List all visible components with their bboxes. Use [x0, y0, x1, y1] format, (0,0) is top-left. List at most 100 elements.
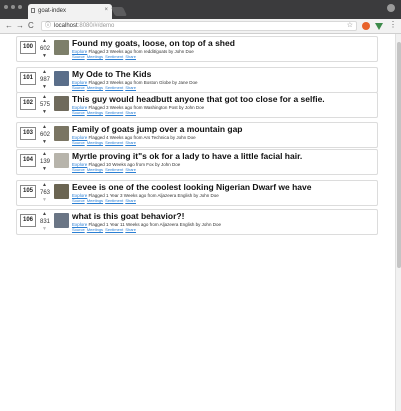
downvote-icon[interactable]: ▼ — [42, 85, 47, 90]
action-sentiment-link[interactable]: Sentiment — [105, 140, 123, 145]
tab-close-icon[interactable]: × — [104, 7, 108, 13]
post-title[interactable]: Found my goats, loose, on top of a shed — [72, 38, 235, 49]
vote-control: ▲ 139 ▼ — [39, 150, 51, 174]
downvote-icon[interactable]: ▼ — [42, 54, 47, 59]
downvote-icon[interactable]: ▼ — [42, 167, 47, 172]
vote-control: ▲ 763 ▼ — [39, 181, 51, 205]
action-share-link[interactable]: Share — [125, 85, 136, 90]
thumbnail-image[interactable] — [54, 184, 69, 199]
window-minimize-button[interactable] — [11, 5, 15, 9]
browser-menu-icon[interactable]: ⋮ — [389, 20, 397, 29]
extension-triangle-icon[interactable] — [375, 23, 383, 30]
action-share-link[interactable]: Share — [125, 227, 136, 232]
thumbnail-image[interactable] — [54, 96, 69, 111]
info-icon[interactable]: ⓘ — [45, 22, 51, 31]
action-meetings-link[interactable]: Meetings — [87, 227, 103, 232]
downvote-icon[interactable]: ▼ — [42, 227, 47, 232]
action-sentiment-link[interactable]: Sentiment — [105, 167, 123, 172]
action-sentiment-link[interactable]: Sentiment — [105, 227, 123, 232]
upvote-icon[interactable]: ▲ — [42, 70, 47, 75]
browser-title-bar: goat-index × — [0, 0, 401, 19]
window-maximize-button[interactable] — [18, 5, 22, 9]
post-title[interactable]: Family of goats jump over a mountain gap — [72, 124, 243, 135]
action-share-link[interactable]: Share — [125, 140, 136, 145]
thumbnail-image[interactable] — [54, 71, 69, 86]
window-controls — [4, 5, 22, 9]
vote-count: 575 — [39, 102, 50, 108]
extension-icon[interactable] — [362, 22, 370, 30]
action-meetings-link[interactable]: Meetings — [87, 198, 103, 203]
post-actions: Source Meetings Sentiment Share — [72, 141, 137, 145]
downvote-icon[interactable]: ▼ — [42, 140, 47, 145]
post-title[interactable]: Eevee is one of the coolest looking Nige… — [72, 182, 311, 193]
scrollbar-thumb[interactable] — [397, 42, 401, 268]
list-item[interactable]: 101 ▲ 987 ▼ My Ode to The Kids Explore F… — [16, 67, 378, 93]
post-title[interactable]: My Ode to The Kids — [72, 69, 151, 80]
back-icon[interactable]: ← — [5, 20, 13, 32]
post-actions: Source Meetings Sentiment Share — [72, 111, 137, 115]
upvote-icon[interactable]: ▲ — [42, 39, 47, 44]
vote-control: ▲ 831 ▼ — [39, 210, 51, 234]
vertical-scrollbar[interactable] — [395, 34, 401, 411]
list-item[interactable]: 102 ▲ 575 ▼ This guy would headbutt anyo… — [16, 92, 378, 118]
action-share-link[interactable]: Share — [125, 198, 136, 203]
action-meetings-link[interactable]: Meetings — [87, 54, 103, 59]
action-source-link[interactable]: Source — [72, 167, 85, 172]
list-item[interactable]: 105 ▲ 763 ▼ Eevee is one of the coolest … — [16, 180, 378, 206]
url-host: localhost — [54, 23, 78, 29]
rank-badge: 100 — [20, 41, 36, 54]
vote-count: 139 — [39, 159, 50, 165]
action-source-link[interactable]: Source — [72, 140, 85, 145]
action-source-link[interactable]: Source — [72, 227, 85, 232]
thumbnail-image[interactable] — [54, 213, 69, 228]
list-item[interactable]: 103 ▲ 602 ▼ Family of goats jump over a … — [16, 122, 378, 148]
post-title[interactable]: what is this goat behavior?! — [72, 211, 184, 222]
action-share-link[interactable]: Share — [125, 110, 136, 115]
action-meetings-link[interactable]: Meetings — [87, 110, 103, 115]
post-title[interactable]: This guy would headbutt anyone that got … — [72, 94, 325, 105]
browser-toolbar: ← → C ⓘ localhost:8080/#/demo ☆ ⋮ — [0, 19, 401, 34]
thumbnail-image[interactable] — [54, 126, 69, 141]
action-sentiment-link[interactable]: Sentiment — [105, 85, 123, 90]
list-item[interactable]: 106 ▲ 831 ▼ what is this goat behavior?!… — [16, 209, 378, 235]
list-item[interactable]: 100 ▲ 602 ▼ Found my goats, loose, on to… — [16, 36, 378, 62]
upvote-icon[interactable]: ▲ — [42, 212, 47, 217]
action-source-link[interactable]: Source — [72, 54, 85, 59]
window-close-button[interactable] — [4, 5, 8, 9]
rank-badge: 106 — [20, 214, 36, 227]
action-source-link[interactable]: Source — [72, 85, 85, 90]
rank-badge: 102 — [20, 97, 36, 110]
upvote-icon[interactable]: ▲ — [42, 152, 47, 157]
thumbnail-image[interactable] — [54, 153, 69, 168]
post-title[interactable]: Myrtle proving it"s ok for a lady to hav… — [72, 151, 302, 162]
post-actions: Source Meetings Sentiment Share — [72, 228, 137, 232]
action-sentiment-link[interactable]: Sentiment — [105, 198, 123, 203]
downvote-icon[interactable]: ▼ — [42, 198, 47, 203]
thumbnail-image[interactable] — [54, 40, 69, 55]
action-meetings-link[interactable]: Meetings — [87, 85, 103, 90]
action-share-link[interactable]: Share — [125, 54, 136, 59]
reload-icon[interactable]: C — [28, 20, 34, 32]
action-source-link[interactable]: Source — [72, 110, 85, 115]
new-tab-button[interactable] — [110, 7, 128, 16]
action-share-link[interactable]: Share — [125, 167, 136, 172]
bookmark-star-icon[interactable]: ☆ — [347, 21, 353, 29]
action-source-link[interactable]: Source — [72, 198, 85, 203]
action-meetings-link[interactable]: Meetings — [87, 140, 103, 145]
forward-icon[interactable]: → — [16, 20, 24, 32]
rank-badge: 105 — [20, 185, 36, 198]
action-sentiment-link[interactable]: Sentiment — [105, 110, 123, 115]
address-bar[interactable]: ⓘ localhost:8080/#/demo ☆ — [41, 21, 357, 31]
downvote-icon[interactable]: ▼ — [42, 110, 47, 115]
upvote-icon[interactable]: ▲ — [42, 95, 47, 100]
list-item[interactable]: 104 ▲ 139 ▼ Myrtle proving it"s ok for a… — [16, 149, 378, 175]
page-icon — [31, 8, 35, 13]
rank-badge: 103 — [20, 127, 36, 140]
profile-icon[interactable] — [387, 4, 395, 12]
upvote-icon[interactable]: ▲ — [42, 183, 47, 188]
action-meetings-link[interactable]: Meetings — [87, 167, 103, 172]
browser-tab[interactable]: goat-index × — [28, 4, 112, 19]
action-sentiment-link[interactable]: Sentiment — [105, 54, 123, 59]
upvote-icon[interactable]: ▲ — [42, 125, 47, 130]
post-actions: Source Meetings Sentiment Share — [72, 168, 137, 172]
